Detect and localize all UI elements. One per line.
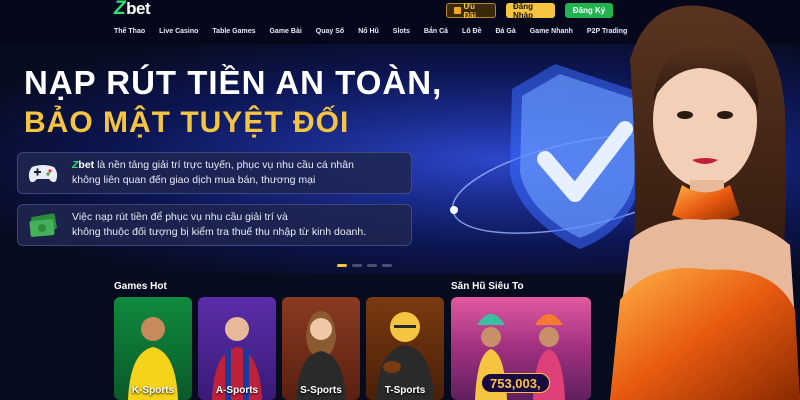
gamepad-icon: [28, 165, 58, 183]
game-card-label: K-Sports: [131, 385, 175, 396]
money-icon: [29, 213, 57, 237]
jackpot-value: 753,003,: [481, 373, 550, 393]
game-card-label: S-Sports: [300, 385, 342, 396]
nav-item-table-games[interactable]: Table Games: [212, 28, 255, 35]
jackpot-title: Săn Hũ Siêu To: [451, 281, 524, 292]
game-card-label: A-Sports: [215, 385, 259, 396]
nav-item-slots[interactable]: Slots: [393, 28, 410, 35]
gift-icon: [454, 7, 461, 14]
nav-item-game-bai[interactable]: Game Bài: [269, 28, 301, 35]
hero-title-line2: BẢO MẬT TUYỆT ĐỐI: [24, 106, 350, 139]
nav-item-game-nhanh[interactable]: Game Nhanh: [530, 28, 573, 35]
promo-button[interactable]: Ưu Đãi: [446, 2, 496, 20]
jackpot-card[interactable]: 753,003,: [451, 297, 591, 400]
game-card-a-sports[interactable]: A-Sports: [198, 297, 276, 400]
carousel-dot[interactable]: [367, 264, 377, 267]
nav-item-no-hu[interactable]: Nổ Hũ: [358, 28, 379, 35]
game-card-t-sports[interactable]: T-Sports: [366, 297, 444, 400]
game-card-s-sports[interactable]: S-Sports: [282, 297, 360, 400]
carousel-dots: [337, 264, 392, 267]
nav-item-ban-ca[interactable]: Bắn Cá: [424, 28, 448, 35]
game-card-label: T-Sports: [384, 385, 426, 396]
info-card-platform: Zbet là nền tảng giải trí trực tuyến, ph…: [17, 152, 412, 194]
header-buttons: Ưu Đãi Đăng Nhập Đăng Ký: [446, 2, 613, 20]
zbet-logo[interactable]: Zbet: [114, 0, 151, 19]
carousel-dot[interactable]: [337, 264, 347, 267]
carousel-dot[interactable]: [352, 264, 362, 267]
nav-item-lo-de[interactable]: Lô Đề: [462, 28, 481, 35]
main-nav: Thể Thao Live Casino Table Games Game Bà…: [114, 28, 627, 35]
model-woman-image: [610, 5, 800, 400]
carousel-dot[interactable]: [382, 264, 392, 267]
zbet-mini-logo: Zbet: [72, 159, 95, 171]
nav-item-the-thao[interactable]: Thể Thao: [114, 28, 145, 35]
games-hot-title: Games Hot: [114, 281, 167, 292]
login-button[interactable]: Đăng Nhập: [506, 2, 555, 20]
game-card-k-sports[interactable]: K-Sports: [114, 297, 192, 400]
nav-item-da-ga[interactable]: Đá Gà: [496, 28, 516, 35]
nav-item-live-casino[interactable]: Live Casino: [159, 28, 198, 35]
info-card-tax: Việc nạp rút tiền để phục vụ nhu cầu giả…: [17, 204, 412, 246]
nav-item-quay-so[interactable]: Quay Số: [316, 28, 344, 35]
hero-title-line1: NẠP RÚT TIỀN AN TOÀN,: [24, 64, 443, 101]
